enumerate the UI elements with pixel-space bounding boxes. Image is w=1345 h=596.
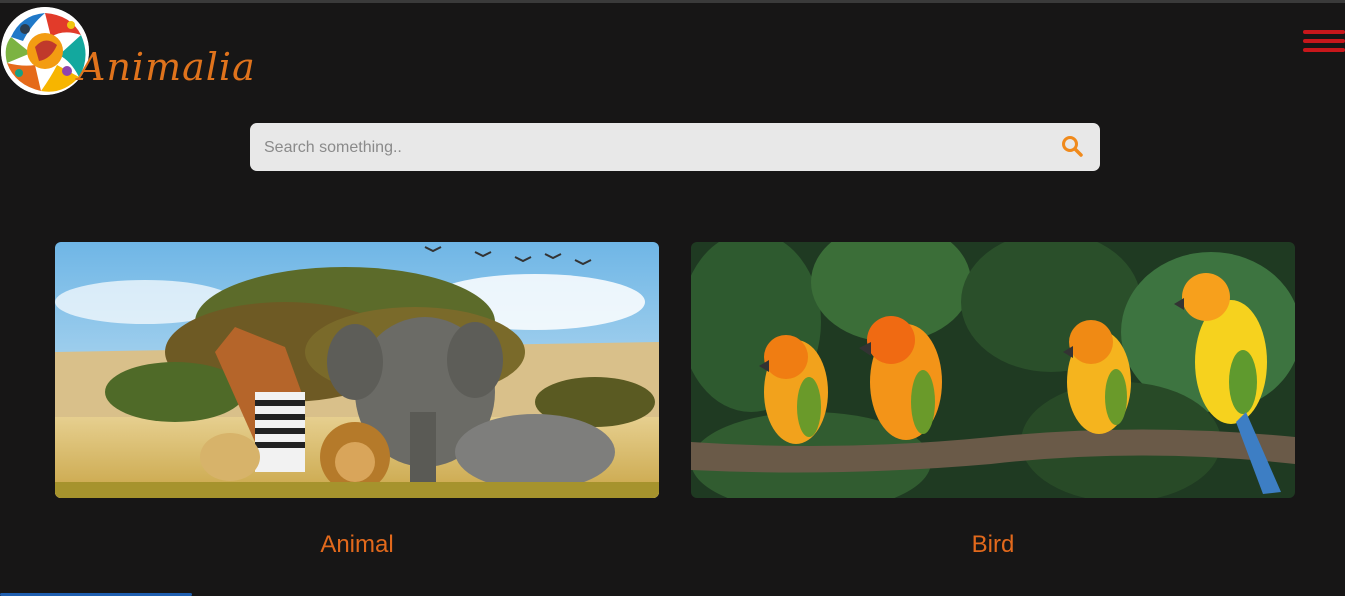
- animal-collage-logo-icon: [1, 7, 89, 95]
- hamburger-menu-icon[interactable]: [1303, 28, 1345, 54]
- search-input[interactable]: [262, 123, 1046, 173]
- savanna-animals-photo: [55, 242, 659, 498]
- bird-card-title[interactable]: Bird: [691, 531, 1295, 559]
- animal-card-image[interactable]: [55, 242, 659, 498]
- search-icon: [1062, 136, 1083, 157]
- bird-card-image[interactable]: [691, 242, 1295, 498]
- search-button[interactable]: [1060, 134, 1086, 160]
- animal-card-title[interactable]: Animal: [55, 531, 659, 559]
- animalia-logo[interactable]: [1, 7, 89, 95]
- top-border: [0, 0, 1345, 3]
- brand-name[interactable]: Animalia: [78, 48, 256, 86]
- search-bar: [250, 123, 1100, 173]
- parrots-on-branch-photo: [691, 242, 1295, 498]
